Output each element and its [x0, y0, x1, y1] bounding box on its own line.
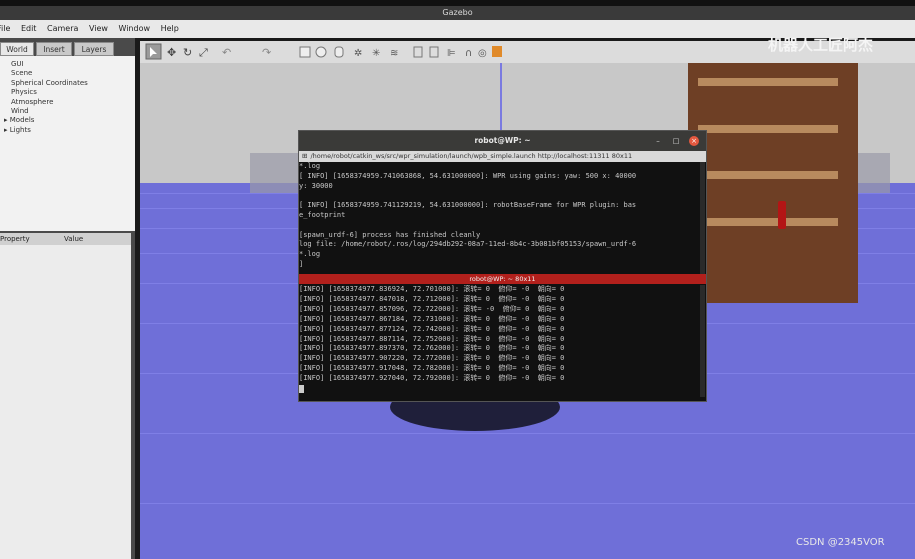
maximize-icon[interactable]: □ [671, 136, 681, 146]
terminal-line: [INFO] [1658374977.867184, 72.731000]: 滚… [299, 314, 565, 323]
menu-file[interactable]: File [0, 20, 10, 38]
tab-layers[interactable]: Layers [74, 42, 114, 56]
box-shape-icon[interactable] [299, 46, 311, 58]
left-tabs: World Insert Layers [0, 42, 135, 56]
minimize-icon[interactable]: – [653, 136, 663, 146]
terminal-line: [INFO] [1658374977.927040, 72.792000]: 滚… [299, 374, 565, 383]
col-value: Value [64, 235, 84, 243]
close-icon[interactable]: × [689, 136, 699, 146]
terminal-line: log file: /home/robot/.ros/log/294db292-… [299, 240, 637, 249]
tree-item-lights-label: Lights [9, 125, 31, 134]
property-panel [0, 245, 131, 559]
tree-item-models-label: Models [9, 116, 35, 125]
terminal-window[interactable]: robot@WP: ~ – □ × ⊞/home/robot/catkin_ws… [298, 130, 707, 402]
expand-arrow-icon[interactable]: ▸ [4, 126, 8, 134]
world-tree: GUI Scene Spherical Coordinates Physics … [0, 56, 135, 231]
sphere-shape-icon[interactable] [315, 46, 327, 58]
window-title: Gazebo [0, 6, 915, 20]
grid-icon: ⊞ [302, 152, 308, 160]
copy-icon[interactable] [413, 46, 423, 58]
redo-icon[interactable]: ↷ [262, 46, 271, 59]
terminal-line: [INFO] [1658374977.897370, 72.762000]: 滚… [299, 344, 565, 353]
terminal-line: [INFO] [1658374977.857096, 72.722000]: 滚… [299, 304, 565, 313]
terminal-pane-bottom[interactable]: [INFO] [1658374977.836924, 72.701000]: 滚… [299, 285, 699, 395]
terminal-path: /home/robot/catkin_ws/src/wpr_simulation… [310, 152, 633, 160]
scrollbar-top[interactable] [700, 162, 705, 274]
spot-light-icon[interactable]: ✳ [372, 48, 380, 59]
terminal-line: ] [299, 259, 304, 268]
menu-help[interactable]: Help [161, 20, 179, 38]
terminal-line: [spawn_urdf-6] process has finished clea… [299, 230, 481, 239]
watermark-title: 机器人工匠阿杰 [768, 36, 874, 54]
terminal-line: [INFO] [1658374977.836924, 72.701000]: 滚… [299, 285, 565, 293]
menu-window[interactable]: Window [118, 20, 150, 38]
directional-light-icon[interactable]: ≋ [390, 48, 398, 59]
record-icon[interactable] [492, 46, 502, 57]
terminal-line: y: 30000 [299, 181, 333, 190]
terminal-title: robot@WP: ~ [299, 131, 706, 151]
terminal-line: *.log [299, 162, 321, 170]
align-icon[interactable]: ⊫ [447, 48, 456, 59]
expand-arrow-icon[interactable]: ▸ [4, 116, 8, 124]
menu-view[interactable]: View [89, 20, 108, 38]
tree-item-spherical[interactable]: Spherical Coordinates [0, 79, 135, 88]
tree-item-lights[interactable]: ▸ Lights [0, 126, 135, 135]
scale-icon[interactable]: ⤢ [199, 46, 208, 59]
terminal-line: [ INFO] [1658374959.741063868, 54.631000… [299, 171, 637, 180]
terminal-cursor [299, 385, 304, 394]
property-header: Property Value [0, 233, 131, 245]
terminal-line: [ INFO] [1658374959.741129219, 54.631000… [299, 201, 637, 210]
point-light-icon[interactable]: ✲ [354, 48, 362, 59]
snap-icon[interactable]: ∩ [465, 48, 472, 59]
tree-item-models[interactable]: ▸ Models [0, 116, 135, 125]
menu-edit[interactable]: Edit [21, 20, 37, 38]
tree-item-gui[interactable]: GUI [0, 56, 135, 69]
terminal-line: [INFO] [1658374977.887114, 72.752000]: 滚… [299, 334, 565, 343]
tree-item-physics[interactable]: Physics [0, 88, 135, 97]
col-property: Property [0, 235, 30, 243]
terminal-line: [INFO] [1658374977.877124, 72.742000]: 滚… [299, 324, 565, 333]
cylinder-shape-icon[interactable] [334, 46, 344, 58]
undo-icon[interactable]: ↶ [222, 46, 231, 59]
translate-icon[interactable]: ✥ [167, 46, 176, 59]
tree-item-wind[interactable]: Wind [0, 107, 135, 116]
bookshelf-model[interactable] [688, 63, 858, 303]
terminal-line: [INFO] [1658374977.917048, 72.782000]: 滚… [299, 364, 565, 373]
terminal-pane-bottom-title: robot@WP: ~ 80x11 [299, 274, 706, 284]
screenshot-icon[interactable]: ◎ [478, 48, 487, 59]
terminal-line: e_footprint [299, 210, 346, 219]
terminal-path-bar: ⊞/home/robot/catkin_ws/src/wpr_simulatio… [299, 151, 706, 162]
tab-insert[interactable]: Insert [36, 42, 72, 56]
paste-icon[interactable] [429, 46, 439, 58]
tab-world[interactable]: World [0, 42, 34, 56]
menu-camera[interactable]: Camera [47, 20, 78, 38]
terminal-line: *.log [299, 250, 321, 259]
terminal-pane-top[interactable]: *.log [ INFO] [1658374959.741063868, 54.… [299, 162, 699, 274]
terminal-line: [INFO] [1658374977.847018, 72.712000]: 滚… [299, 294, 565, 303]
tree-item-atmosphere[interactable]: Atmosphere [0, 98, 135, 107]
rotate-icon[interactable]: ↻ [183, 46, 192, 59]
terminal-line: [INFO] [1658374977.907220, 72.772000]: 滚… [299, 354, 565, 363]
bottle-model[interactable] [778, 201, 786, 229]
watermark-csdn: CSDN @2345VOR [796, 537, 885, 548]
toolbar-icons: ✥ ↻ ⤢ ↶ ↷ ✲ ✳ ≋ ⊫ ∩ ◎ [145, 43, 502, 60]
scrollbar-bottom[interactable] [700, 285, 705, 397]
tree-item-scene[interactable]: Scene [0, 69, 135, 78]
